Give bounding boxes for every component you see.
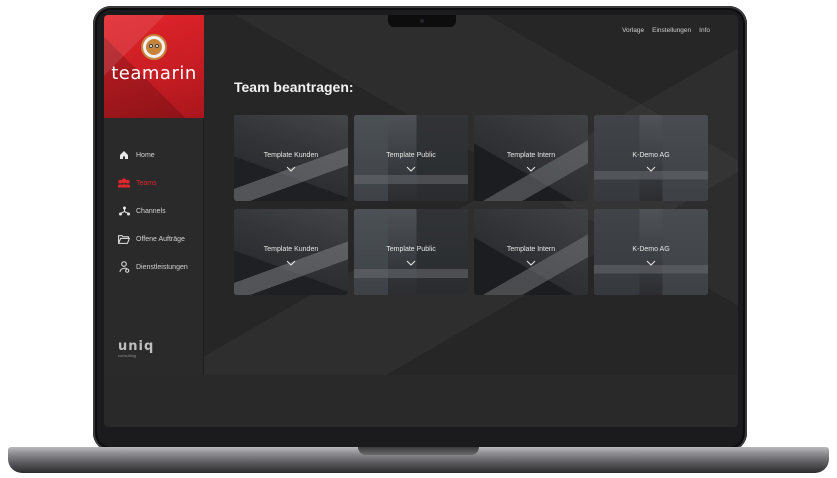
tile-label: Template Intern [506,246,556,253]
tile-label: Template Kunden [263,246,319,253]
chevron-down-icon [526,166,536,172]
sidebar-item-teams[interactable]: Teams [118,176,204,190]
brand-name: teamarin [111,63,197,84]
template-tile[interactable]: Template Public [354,115,468,201]
chevron-down-icon [406,166,416,172]
mascot-logo-icon [141,34,167,60]
template-tile[interactable]: Template Kunden [234,209,348,295]
laptop-screen: teamarin Home Teams Channels Offene Auft… [104,15,738,427]
sidebar-item-channels[interactable]: Channels [118,204,204,218]
topnav-vorlage-link[interactable]: Vorlage [622,27,644,34]
sidebar-item-label: Channels [136,207,166,215]
tile-label: Template Kunden [263,152,319,159]
tile-label: K-Demo AG [632,246,670,253]
laptop-hinge-notch [358,447,479,455]
top-navigation: Vorlage Einstellungen Info [622,27,710,34]
camera-notch [388,15,456,27]
home-icon [118,149,130,161]
template-tile[interactable]: Template Public [354,209,468,295]
app-window: teamarin Home Teams Channels Offene Auft… [104,15,738,375]
uniq-consulting-logo: uniq consulting [118,339,155,358]
footer-logo-text: uniq [118,339,155,354]
template-tile[interactable]: Template Intern [474,115,588,201]
chevron-down-icon [646,166,656,172]
sidebar-nav: Home Teams Channels Offene Aufträge Dien… [118,148,204,288]
sidebar-item-label: Dienstleistungen [136,263,188,271]
topnav-einstellungen-link[interactable]: Einstellungen [652,27,691,34]
brand-header: teamarin [104,15,204,118]
person-gear-icon [118,261,130,273]
screen-bottom-strip [104,375,738,427]
template-tile[interactable]: Template Intern [474,209,588,295]
sidebar-item-label: Home [136,151,155,159]
folder-icon [118,233,130,245]
template-tile[interactable]: Template Kunden [234,115,348,201]
chevron-down-icon [526,260,536,266]
sidebar-item-offene-auftraege[interactable]: Offene Aufträge [118,232,204,246]
page-title: Team beantragen: [234,79,354,95]
chevron-down-icon [286,260,296,266]
chevron-down-icon [286,166,296,172]
topnav-info-link[interactable]: Info [699,27,710,34]
template-tile-grid: Template Kunden Template Public Template… [234,115,710,295]
sidebar-item-label: Offene Aufträge [136,235,185,243]
sidebar-item-home[interactable]: Home [118,148,204,162]
template-tile[interactable]: K-Demo AG [594,209,708,295]
sidebar-item-label: Teams [136,179,157,187]
sidebar: teamarin Home Teams Channels Offene Auft… [104,15,204,375]
chevron-down-icon [646,260,656,266]
tile-label: K-Demo AG [632,152,670,159]
tile-label: Template Public [386,246,436,253]
chevron-down-icon [406,260,416,266]
tile-label: Template Intern [506,152,556,159]
users-icon [118,177,130,189]
template-tile[interactable]: K-Demo AG [594,115,708,201]
sidebar-item-dienstleistungen[interactable]: Dienstleistungen [118,260,204,274]
network-icon [118,205,130,217]
tile-label: Template Public [386,152,436,159]
